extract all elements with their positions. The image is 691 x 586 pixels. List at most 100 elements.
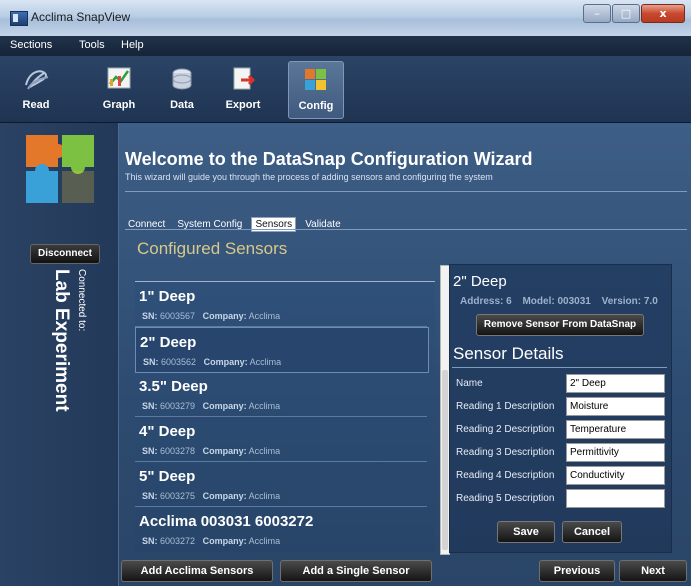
sensor-sn: 6003279	[160, 401, 196, 411]
field-row: Reading 1 Description	[456, 397, 666, 417]
company-label: Company:	[202, 446, 247, 456]
reading-3-field[interactable]	[566, 443, 665, 462]
sidebar: Disconnect Connected to: Lab Experiment	[0, 123, 119, 586]
sensor-company: Acclima	[248, 491, 281, 501]
field-label: Name	[456, 378, 483, 389]
next-button[interactable]: Next	[619, 560, 687, 582]
sensor-item[interactable]: 3.5" Deep SN: 6003279 Company: Acclima	[135, 372, 427, 417]
connection-name: Lab Experiment	[51, 269, 72, 412]
sensor-item[interactable]: 5" Deep SN: 6003275 Company: Acclima	[135, 462, 427, 507]
field-row: Reading 3 Description	[456, 443, 666, 463]
sensor-meta: SN: 6003562 Company: Acclima	[143, 357, 281, 367]
sensor-list[interactable]: 1" Deep SN: 6003567 Company: Acclima 2" …	[135, 281, 435, 552]
sn-label: SN:	[142, 491, 158, 501]
sensor-company: Acclima	[248, 401, 281, 411]
menu-bar: Sections Tools Help	[0, 36, 691, 56]
company-label: Company:	[202, 536, 247, 546]
graph-icon	[107, 67, 131, 89]
sensor-company: Acclima	[248, 311, 281, 321]
disconnect-button[interactable]: Disconnect	[30, 244, 100, 264]
cancel-button[interactable]: Cancel	[562, 521, 622, 543]
sensor-version: Version: 7.0	[601, 296, 658, 307]
window-title: Acclima SnapView	[31, 10, 131, 24]
add-acclima-sensors-button[interactable]: Add Acclima Sensors	[121, 560, 273, 582]
company-label: Company:	[202, 401, 247, 411]
sensor-name: 4" Deep	[139, 423, 196, 440]
close-button[interactable]: x	[641, 4, 685, 23]
sensor-sn: 6003562	[161, 357, 197, 367]
sn-label: SN:	[142, 401, 158, 411]
export-button[interactable]: Export	[216, 61, 270, 117]
config-icon	[305, 69, 326, 90]
reading-5-field[interactable]	[566, 489, 665, 508]
field-row: Reading 5 Description	[456, 489, 666, 509]
reading-1-field[interactable]	[566, 397, 665, 416]
sensor-sn: 6003272	[160, 536, 196, 546]
sensor-item-selected[interactable]: 2" Deep SN: 6003562 Company: Acclima	[135, 327, 429, 373]
window-controls: – □ x	[582, 4, 685, 23]
sensor-meta: SN: 6003279 Company: Acclima	[142, 401, 280, 411]
scrollbar-thumb[interactable]	[442, 370, 448, 550]
reading-4-field[interactable]	[566, 466, 665, 485]
maximize-button[interactable]: □	[612, 4, 640, 23]
graph-button[interactable]: Graph	[92, 61, 146, 117]
sn-label: SN:	[142, 536, 158, 546]
sensor-meta: SN: 6003272 Company: Acclima	[142, 536, 280, 546]
sensor-model: Model: 003031	[522, 296, 591, 307]
divider	[125, 191, 687, 192]
remove-sensor-button[interactable]: Remove Sensor From DataSnap	[476, 314, 644, 336]
wizard-subtitle: This wizard will guide you through the p…	[125, 172, 493, 182]
sensor-name: 5" Deep	[139, 468, 196, 485]
data-button[interactable]: Data	[155, 61, 209, 117]
puzzle-logo-icon	[26, 135, 94, 203]
sensor-details-panel: 2" Deep Address: 6 Model: 003031 Version…	[449, 264, 672, 553]
name-field[interactable]	[566, 374, 665, 393]
data-label: Data	[170, 99, 194, 111]
company-label: Company:	[203, 357, 248, 367]
sensor-details-heading: Sensor Details	[453, 344, 564, 363]
menu-help[interactable]: Help	[121, 39, 144, 51]
wizard-content: Welcome to the DataSnap Configuration Wi…	[119, 123, 691, 586]
sensor-sn: 6003278	[160, 446, 196, 456]
sensor-name: Acclima 003031 6003272	[139, 513, 314, 530]
config-label: Config	[298, 100, 334, 112]
connected-to-label: Connected to:	[76, 269, 87, 332]
previous-button[interactable]: Previous	[539, 560, 615, 582]
data-icon	[172, 68, 192, 90]
app-window: Acclima SnapView – □ x Sections Tools He…	[0, 0, 691, 586]
company-label: Company:	[202, 311, 247, 321]
sensor-company: Acclima	[248, 446, 281, 456]
field-label: Reading 1 Description	[456, 401, 555, 412]
menu-sections[interactable]: Sections	[10, 39, 52, 51]
sensor-name: 1" Deep	[139, 288, 196, 305]
app-icon	[10, 11, 28, 26]
sensor-meta: SN: 6003275 Company: Acclima	[142, 491, 280, 501]
sensor-meta: SN: 6003278 Company: Acclima	[142, 446, 280, 456]
reading-2-field[interactable]	[566, 420, 665, 439]
sensor-meta: SN: 6003567 Company: Acclima	[142, 311, 280, 321]
add-single-sensor-button[interactable]: Add a Single Sensor	[280, 560, 432, 582]
export-icon	[233, 67, 256, 90]
save-button[interactable]: Save	[497, 521, 555, 543]
minimize-button[interactable]: –	[583, 4, 611, 23]
read-button[interactable]: Read	[9, 61, 63, 117]
field-row: Reading 4 Description	[456, 466, 666, 486]
divider	[452, 367, 667, 368]
config-button[interactable]: Config	[288, 61, 344, 119]
sensor-sn: 6003567	[160, 311, 196, 321]
selected-sensor-title: 2" Deep	[453, 273, 507, 290]
sensor-name: 2" Deep	[140, 334, 197, 351]
field-row: Name	[456, 374, 666, 394]
sensor-company: Acclima	[248, 536, 281, 546]
sn-label: SN:	[142, 311, 158, 321]
read-label: Read	[22, 99, 50, 111]
field-label: Reading 3 Description	[456, 447, 555, 458]
company-label: Company:	[202, 491, 247, 501]
field-label: Reading 2 Description	[456, 424, 555, 435]
wizard-title: Welcome to the DataSnap Configuration Wi…	[125, 149, 533, 169]
sensor-item[interactable]: 1" Deep SN: 6003567 Company: Acclima	[135, 282, 427, 327]
toolbar: Read Graph Data Export Config	[0, 56, 691, 123]
sensor-item[interactable]: Acclima 003031 6003272 SN: 6003272 Compa…	[135, 507, 427, 551]
sensor-item[interactable]: 4" Deep SN: 6003278 Company: Acclima	[135, 417, 427, 462]
menu-tools[interactable]: Tools	[79, 39, 105, 51]
